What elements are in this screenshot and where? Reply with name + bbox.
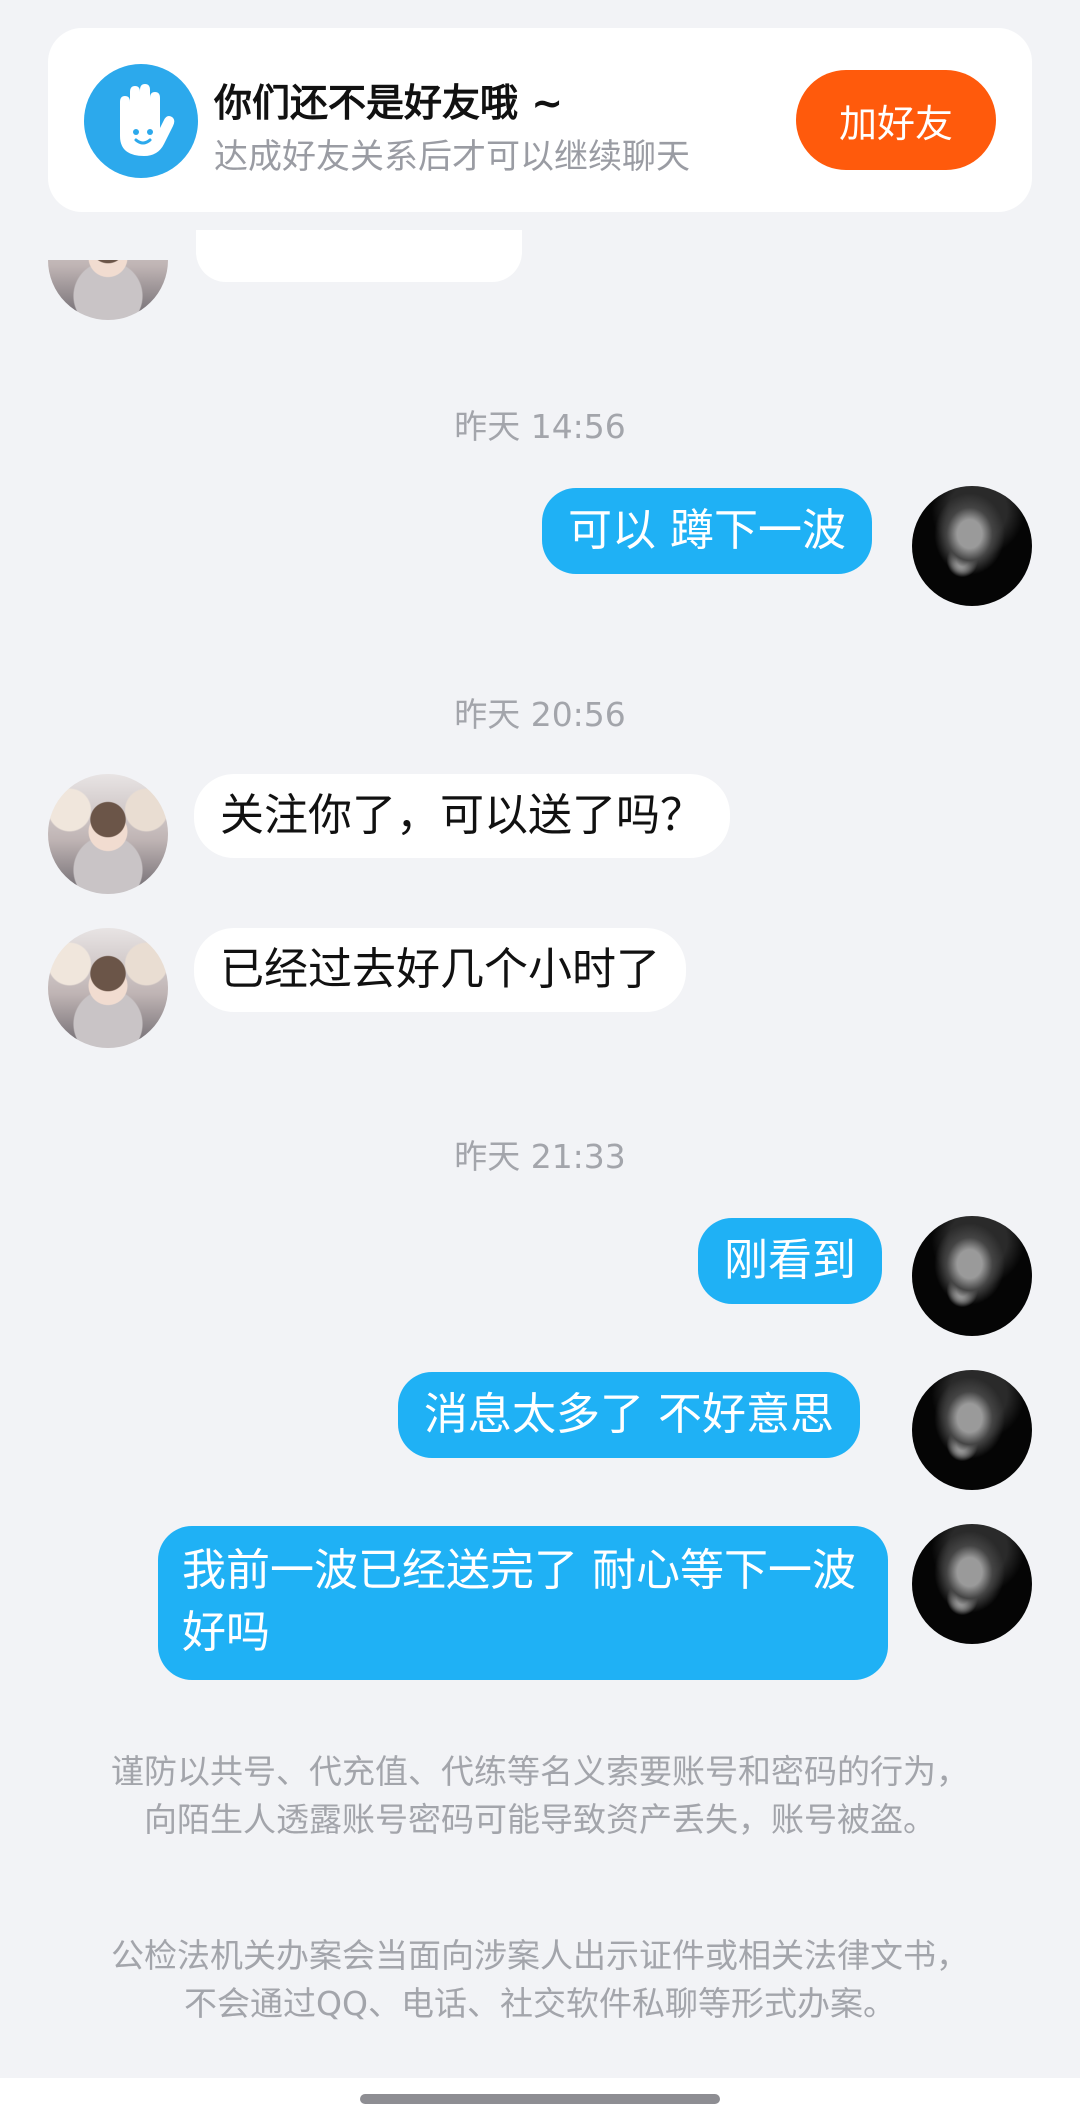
banner-title: 你们还不是好友哦 ~ — [214, 81, 564, 125]
timestamp: 昨天 14:56 — [454, 407, 626, 446]
home-indicator[interactable] — [360, 2094, 720, 2104]
message-bubble-peer[interactable]: 关注你了，可以送了吗？ — [194, 774, 730, 858]
message-bubble-self[interactable]: 可以 蹲下一波 — [542, 488, 872, 574]
banner-subtitle: 达成好友关系后才可以继续聊天 — [214, 137, 690, 177]
security-notice: 谨防以共号、代充值、代练等名义索要账号和密码的行为，向陌生人透露账号密码可能导致… — [111, 1752, 969, 1839]
clipped-message-bubble — [196, 230, 522, 282]
not-friends-banner: 你们还不是好友哦 ~ 达成好友关系后才可以继续聊天 加好友 — [48, 28, 1032, 212]
self-avatar[interactable] — [912, 1370, 1032, 1490]
peer-avatar[interactable] — [48, 928, 168, 1048]
self-avatar[interactable] — [912, 486, 1032, 606]
peer-avatar[interactable] — [48, 260, 168, 320]
message-bubble-self[interactable]: 刚看到 — [698, 1218, 882, 1304]
message-bubble-self[interactable]: 我前一波已经送完了 耐心等下一波好吗 — [158, 1526, 888, 1680]
self-avatar[interactable] — [912, 1524, 1032, 1644]
peer-avatar[interactable] — [48, 774, 168, 894]
timestamp: 昨天 20:56 — [454, 695, 626, 734]
security-notice: 公检法机关办案会当面向涉案人出示证件或相关法律文书，不会通过QQ、电话、社交软件… — [111, 1936, 969, 2023]
self-avatar[interactable] — [912, 1216, 1032, 1336]
message-bubble-self[interactable]: 消息太多了 不好意思 — [398, 1372, 860, 1458]
add-friend-button[interactable]: 加好友 — [796, 70, 996, 170]
timestamp: 昨天 21:33 — [454, 1137, 626, 1176]
hand-wave-icon — [84, 64, 198, 178]
message-bubble-peer[interactable]: 已经过去好几个小时了 — [194, 928, 686, 1012]
